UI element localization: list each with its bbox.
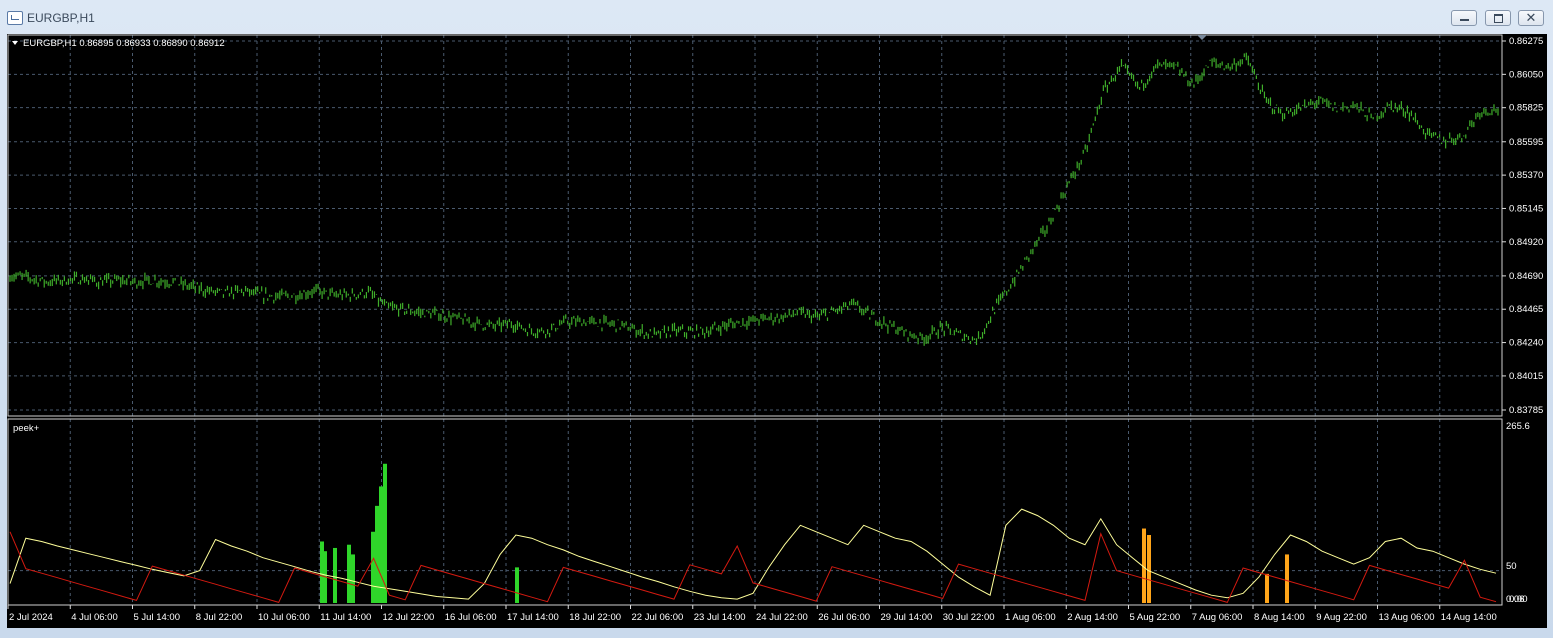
time-tick-label: 16 Jul 06:00 <box>445 612 497 623</box>
time-tick-label: 9 Aug 22:00 <box>1316 612 1367 623</box>
indicator-tick-50: 50 <box>1506 561 1517 572</box>
indicator-histogram-bar <box>515 567 519 603</box>
time-tick-label: 26 Jul 06:00 <box>818 612 870 623</box>
price-tick-label: 0.85595 <box>1509 137 1543 148</box>
indicator-tick-zero: 0.00 <box>1509 594 1528 605</box>
time-tick-label: 5 Aug 22:00 <box>1130 612 1181 623</box>
indicator-histogram-bar <box>1147 535 1151 603</box>
indicator-histogram-bar <box>1285 554 1289 603</box>
close-icon: ✕ <box>1525 10 1537 25</box>
indicator-histogram-bar <box>347 544 351 603</box>
indicator-histogram-bar <box>333 547 337 603</box>
price-tick-label: 0.83785 <box>1509 405 1543 416</box>
indicator-histogram-bar <box>1265 573 1269 603</box>
indicator-histogram-bar <box>379 486 383 603</box>
time-tick-label: 14 Aug 14:00 <box>1441 612 1497 623</box>
time-tick-label: 5 Jul 14:00 <box>134 612 180 623</box>
price-tick-label: 0.86275 <box>1509 36 1543 47</box>
indicator-histogram-bar <box>375 505 379 603</box>
time-tick-label: 13 Aug 06:00 <box>1379 612 1435 623</box>
restore-icon <box>1486 11 1510 25</box>
time-tick-label: 10 Jul 06:00 <box>258 612 310 623</box>
price-tick-label: 0.84920 <box>1509 237 1543 248</box>
close-button[interactable]: ✕ <box>1518 10 1544 26</box>
price-tick-label: 0.86050 <box>1509 69 1543 80</box>
time-tick-label: 17 Jul 14:00 <box>507 612 559 623</box>
time-tick-label: 22 Jul 06:00 <box>632 612 684 623</box>
minimize-button[interactable] <box>1451 10 1477 26</box>
chart-window: EURGBP,H1 ✕ EURGBP,H1 0.86895 0.86933 0.… <box>0 0 1553 638</box>
time-tick-label: 12 Jul 22:00 <box>383 612 435 623</box>
time-tick-label: 23 Jul 14:00 <box>694 612 746 623</box>
indicator-histogram-bar <box>351 554 355 603</box>
window-title: EURGBP,H1 <box>27 11 95 25</box>
minimize-icon <box>1452 11 1476 25</box>
time-tick-label: 18 Jul 22:00 <box>569 612 621 623</box>
indicator-name: peek+ <box>13 423 40 434</box>
symbol-header: EURGBP,H1 0.86895 0.86933 0.86890 0.8691… <box>23 38 225 49</box>
price-tick-label: 0.84015 <box>1509 371 1543 382</box>
price-tick-label: 0.84465 <box>1509 304 1543 315</box>
price-tick-label: 0.85145 <box>1509 203 1543 214</box>
chart-background <box>7 34 1547 628</box>
time-tick-label: 2 Aug 14:00 <box>1067 612 1118 623</box>
indicator-histogram-bar <box>371 531 375 603</box>
time-tick-label: 24 Jul 22:00 <box>756 612 808 623</box>
chart-window-icon <box>7 11 23 25</box>
time-tick-label: 30 Jul 22:00 <box>943 612 995 623</box>
title-bar[interactable]: EURGBP,H1 ✕ <box>0 0 1553 32</box>
chart-area[interactable]: EURGBP,H1 0.86895 0.86933 0.86890 0.8691… <box>7 34 1547 628</box>
time-tick-label: 7 Aug 06:00 <box>1192 612 1243 623</box>
price-tick-label: 0.85825 <box>1509 103 1543 114</box>
time-tick-label: 8 Jul 22:00 <box>196 612 242 623</box>
time-tick-label: 1 Aug 06:00 <box>1005 612 1056 623</box>
maximize-button[interactable] <box>1485 10 1511 26</box>
time-tick-label: 8 Aug 14:00 <box>1254 612 1305 623</box>
time-tick-label: 11 Jul 14:00 <box>320 612 371 623</box>
price-tick-label: 0.85370 <box>1509 170 1543 181</box>
indicator-tick-max: 265.6 <box>1506 421 1530 432</box>
price-tick-label: 0.84690 <box>1509 271 1543 282</box>
chart-canvas[interactable]: EURGBP,H1 0.86895 0.86933 0.86890 0.8691… <box>7 34 1547 628</box>
time-tick-label: 29 Jul 14:00 <box>881 612 933 623</box>
price-tick-label: 0.84240 <box>1509 338 1543 349</box>
time-tick-label: 2 Jul 2024 <box>9 612 53 623</box>
time-tick-label: 4 Jul 06:00 <box>71 612 117 623</box>
